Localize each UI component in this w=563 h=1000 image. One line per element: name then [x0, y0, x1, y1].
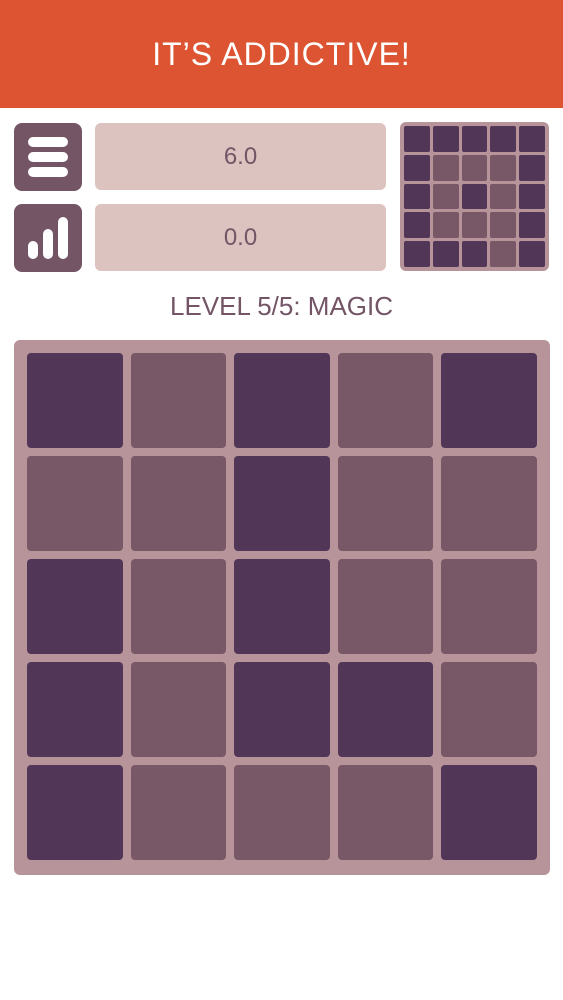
score-counter: 0.0 — [95, 204, 386, 271]
board-tile[interactable] — [441, 559, 537, 654]
board-tile[interactable] — [234, 765, 330, 860]
preview-cell — [490, 126, 517, 152]
preview-cell — [461, 183, 488, 210]
board-tile[interactable] — [130, 765, 227, 860]
board-tile[interactable] — [337, 456, 434, 551]
preview-cell — [432, 126, 459, 152]
board-tile[interactable] — [130, 353, 227, 448]
moves-counter: 6.0 — [95, 123, 386, 190]
board-tile[interactable] — [234, 353, 330, 448]
preview-cell — [404, 212, 430, 239]
board-tile[interactable] — [130, 662, 227, 757]
preview-cell — [404, 126, 430, 152]
preview-cell — [461, 154, 488, 181]
board-tile[interactable] — [234, 456, 330, 551]
preview-cell — [432, 183, 459, 210]
target-pattern-preview — [400, 122, 549, 271]
preview-cell — [519, 126, 545, 152]
board-tile[interactable] — [130, 456, 227, 551]
banner-text: IT’S ADDICTIVE! — [152, 35, 411, 72]
preview-cell — [519, 212, 545, 239]
preview-cell — [519, 241, 545, 267]
board-tile[interactable] — [27, 456, 123, 551]
title-banner: IT’S ADDICTIVE! — [0, 0, 563, 108]
preview-cell — [519, 183, 545, 210]
moves-value: 6.0 — [223, 142, 258, 170]
board-tile[interactable] — [27, 559, 123, 654]
preview-cell — [461, 241, 488, 267]
board-tile[interactable] — [234, 559, 330, 654]
preview-cell — [519, 154, 545, 181]
preview-cell — [490, 212, 517, 239]
board-tile[interactable] — [441, 662, 537, 757]
hamburger-menu-icon — [28, 137, 68, 177]
board-tile[interactable] — [441, 353, 537, 448]
level-title-text: LEVEL 5/5: MAGIC — [169, 290, 394, 321]
board-tile[interactable] — [441, 456, 537, 551]
game-board — [14, 340, 550, 875]
board-tile[interactable] — [234, 662, 330, 757]
level-title: LEVEL 5/5: MAGIC — [0, 286, 563, 326]
preview-cell — [404, 154, 430, 181]
preview-cell — [404, 241, 430, 267]
preview-cell — [490, 241, 517, 267]
bar-chart-icon — [28, 217, 68, 259]
preview-cell — [432, 241, 459, 267]
preview-cell — [432, 212, 459, 239]
preview-cell — [461, 212, 488, 239]
board-tile[interactable] — [337, 559, 434, 654]
menu-button[interactable] — [14, 123, 82, 191]
preview-cell — [432, 154, 459, 181]
board-tile[interactable] — [130, 559, 227, 654]
stats-button[interactable] — [14, 204, 82, 272]
preview-cell — [490, 154, 517, 181]
board-tile[interactable] — [337, 765, 434, 860]
board-tile[interactable] — [337, 353, 434, 448]
board-tile[interactable] — [27, 765, 123, 860]
preview-cell — [404, 183, 430, 210]
board-tile[interactable] — [337, 662, 434, 757]
board-tile[interactable] — [27, 662, 123, 757]
score-value: 0.0 — [223, 223, 258, 251]
preview-cell — [461, 126, 488, 152]
preview-cell — [490, 183, 517, 210]
board-tile[interactable] — [27, 353, 123, 448]
board-tile[interactable] — [441, 765, 537, 860]
